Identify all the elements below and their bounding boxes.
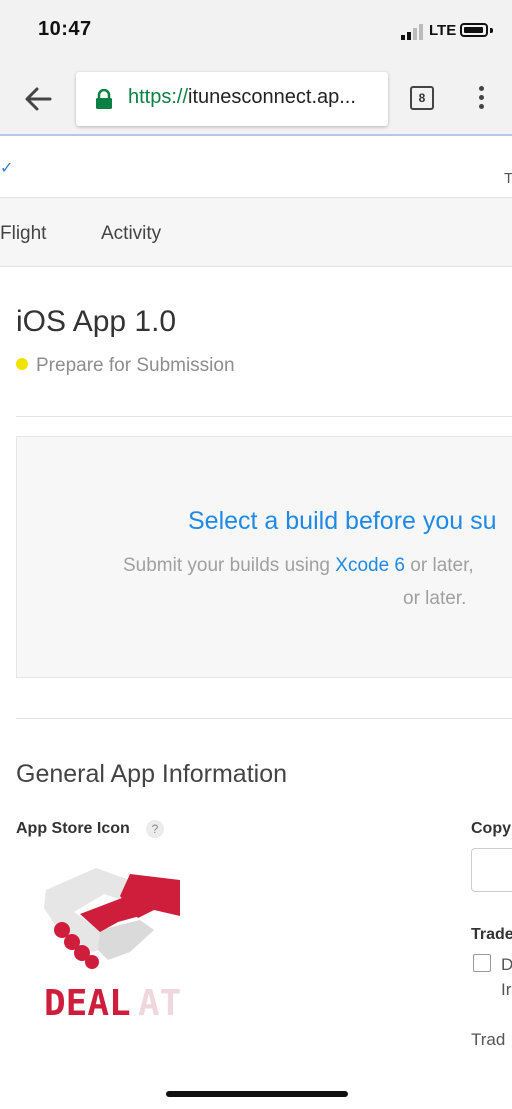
trade-rep-contact-label: Trad <box>471 1030 506 1049</box>
section-title: General App Information <box>16 760 287 788</box>
xcode-link[interactable]: Xcode 6 <box>335 555 405 576</box>
trade-option-text-line2: Ir <box>501 980 512 999</box>
trade-option-text: D <box>501 955 512 974</box>
copyright-input[interactable] <box>471 848 512 892</box>
page-header-strip <box>0 137 512 198</box>
tab-bar <box>0 198 512 267</box>
cell-signal-icon <box>401 24 423 40</box>
status-badge: Prepare for Submission <box>36 355 235 376</box>
divider <box>16 416 512 417</box>
home-indicator[interactable] <box>166 1091 348 1097</box>
battery-level <box>464 27 483 33</box>
battery-tip <box>490 28 493 33</box>
build-instructions-prefix: Submit your builds using <box>123 555 336 576</box>
trade-rep-checkbox[interactable] <box>473 954 491 972</box>
trade-rep-label: Trade <box>471 926 512 943</box>
chevron-icon[interactable]: ✓ <box>0 158 13 178</box>
tabs-icon[interactable]: 8 <box>410 86 434 110</box>
battery-icon <box>460 23 488 37</box>
build-instructions-line2: or later. <box>403 588 467 609</box>
help-icon[interactable]: ? <box>146 820 164 838</box>
url-host: itunesconnect.ap... <box>188 86 356 108</box>
icon-brand-text: DEAL <box>44 983 131 1024</box>
tab-activity[interactable]: Activity <box>101 223 161 245</box>
select-build-link[interactable]: Select a build before you su <box>188 507 497 536</box>
network-type: LTE <box>429 22 457 39</box>
build-instructions-suffix: or later, <box>405 555 474 576</box>
build-instructions: Submit your builds using Xcode 6 or late… <box>123 555 474 577</box>
lock-icon <box>96 89 112 109</box>
icon-brand-text-secondary: AT <box>138 983 181 1024</box>
status-dot-icon <box>16 358 28 370</box>
url-scheme: https:// <box>128 86 189 108</box>
overflow-menu-icon[interactable] <box>476 86 486 112</box>
url-text[interactable]: https://itunesconnect.ap... <box>128 86 380 109</box>
tab-flight[interactable]: Flight <box>0 223 46 245</box>
status-time: 10:47 <box>38 18 92 40</box>
app-store-icon-image: DEAL AT <box>44 868 181 1024</box>
app-store-icon-label: App Store Icon <box>16 820 130 837</box>
header-right-fragment[interactable]: T <box>504 170 512 187</box>
divider <box>16 718 512 719</box>
page-title: iOS App 1.0 <box>16 305 177 338</box>
copyright-label: Copy <box>471 820 511 837</box>
back-arrow-icon[interactable] <box>22 84 54 114</box>
